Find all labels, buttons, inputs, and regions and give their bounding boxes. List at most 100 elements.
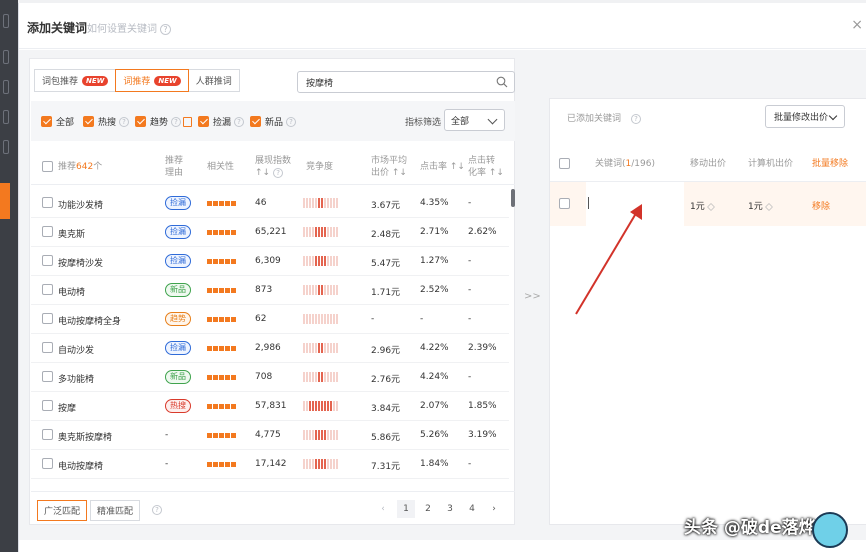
row-checkbox[interactable] xyxy=(42,313,53,324)
row-checkbox[interactable] xyxy=(42,284,53,295)
help-link[interactable]: 如何设置关键词? xyxy=(87,20,171,35)
help-link-label[interactable]: 如何设置关键词 xyxy=(87,24,157,35)
remove-link[interactable]: 移除 xyxy=(812,199,830,212)
keyword-search-input[interactable]: 按摩椅 xyxy=(297,71,515,93)
checkbox-icon[interactable] xyxy=(198,116,209,127)
edit-icon[interactable] xyxy=(764,202,773,211)
question-icon: ? xyxy=(234,116,245,127)
page-2-button[interactable]: 2 xyxy=(419,500,437,518)
filter-new[interactable]: 新品? xyxy=(250,115,297,128)
table-row[interactable]: 功能沙发椅 捡漏 46 3.67元 4.35% - xyxy=(31,189,509,218)
filter-all[interactable]: 全部 xyxy=(41,115,74,128)
select-value: 全部 xyxy=(451,116,470,127)
next-page-button[interactable]: › xyxy=(485,500,503,518)
relevance-bar xyxy=(207,375,237,380)
row-checkbox[interactable] xyxy=(42,342,53,353)
page-1-button[interactable]: 1 xyxy=(397,500,415,518)
tab-crowd-recommend[interactable]: 人群推词 xyxy=(187,69,240,92)
impressions-cell: 57,831 xyxy=(255,401,287,411)
filter-label: 热搜 xyxy=(98,118,117,128)
col-cvr[interactable]: 点击转 化率 ↑↓ xyxy=(468,155,504,179)
market-bid-cell: - xyxy=(371,314,375,324)
row-checkbox[interactable] xyxy=(42,197,53,208)
col-impressions-l1: 展现指数 xyxy=(255,156,292,166)
table-row[interactable]: 自动沙发 捡漏 2,986 2.96元 4.22% 2.39% xyxy=(31,334,509,363)
mobile-bid-text: 1元 xyxy=(690,202,705,212)
filter-bar: 全部 热搜? 趋势? 捡漏? 新品? 指标筛选 全部 xyxy=(31,101,515,141)
impressions-cell: 65,221 xyxy=(255,227,287,237)
col-impressions[interactable]: 展现指数 ↑↓? xyxy=(255,155,291,179)
recommend-count: 642 xyxy=(76,162,94,172)
checkbox-icon[interactable] xyxy=(135,116,146,127)
prev-page-button[interactable]: ‹ xyxy=(374,500,392,518)
checkbox-icon[interactable] xyxy=(250,116,261,127)
table-row[interactable]: 奥克斯 捡漏 65,221 2.48元 2.71% 2.62% xyxy=(31,218,509,247)
filter-hot[interactable]: 热搜? xyxy=(83,115,130,128)
table-row[interactable]: 奥克斯按摩椅 - 4,775 5.86元 5.26% 3.19% xyxy=(31,421,509,450)
market-bid-cell: 7.31元 xyxy=(371,462,401,472)
col-added-keyword-max: /196) xyxy=(631,159,655,169)
table-row[interactable]: 电动椅 新品 873 1.71元 2.52% - xyxy=(31,276,509,305)
filter-trend[interactable]: 趋势? xyxy=(135,115,193,128)
sidebar-mark-icon xyxy=(3,110,9,124)
tab-label: 词包推荐 xyxy=(42,77,79,87)
impressions-cell: 873 xyxy=(255,285,273,295)
question-icon: ? xyxy=(273,168,284,178)
market-bid-cell: 3.84元 xyxy=(371,404,401,414)
added-keyword-checkbox[interactable] xyxy=(559,198,570,209)
checkbox-icon[interactable] xyxy=(83,116,94,127)
batch-modify-bid-button[interactable]: 批量修改出价 xyxy=(765,105,845,128)
batch-remove-link[interactable]: 批量移除 xyxy=(812,158,848,170)
tab-package-recommend[interactable]: 词包推荐 NEW xyxy=(34,69,117,92)
col-market-bid[interactable]: 市场平均 出价 ↑↓ xyxy=(371,155,407,179)
table-row[interactable]: 多功能椅 新品 708 2.76元 4.24% - xyxy=(31,363,509,392)
row-checkbox[interactable] xyxy=(42,226,53,237)
added-keywords-title-text: 已添加关键词 xyxy=(567,114,622,124)
page-3-button[interactable]: 3 xyxy=(441,500,459,518)
edit-icon[interactable] xyxy=(706,202,715,211)
row-checkbox[interactable] xyxy=(42,371,53,382)
row-checkbox[interactable] xyxy=(42,255,53,266)
pc-bid-value[interactable]: 1元 xyxy=(748,199,773,212)
market-bid-cell: 2.96元 xyxy=(371,346,401,356)
cvr-cell: - xyxy=(468,314,472,324)
impressions-cell: 62 xyxy=(255,314,267,324)
competition-bar xyxy=(303,459,339,469)
exact-match-button[interactable]: 精准匹配 xyxy=(90,500,141,521)
transfer-arrows[interactable]: >> xyxy=(524,291,541,302)
tab-label: 词推荐 xyxy=(123,77,151,87)
question-icon: ? xyxy=(152,505,162,515)
tab-word-recommend[interactable]: 词推荐 NEW xyxy=(115,69,189,92)
checkbox-icon[interactable] xyxy=(41,116,52,127)
background-sidebar xyxy=(0,0,18,552)
table-row[interactable]: 按摩椅沙发 捡漏 6,309 5.47元 1.27% - xyxy=(31,247,509,276)
close-icon[interactable]: × xyxy=(851,17,863,33)
mobile-bid-value[interactable]: 1元 xyxy=(690,199,715,212)
reason-cell: - xyxy=(165,430,169,440)
keyword-table-header: 推荐642个 推荐 理由 相关性 展现指数 ↑↓? 竞争度 市场平均 出价 ↑↓ 点击… xyxy=(31,149,515,185)
relevance-bar xyxy=(207,346,237,351)
filter-bargain[interactable]: 捡漏? xyxy=(198,115,245,128)
impressions-cell: 4,775 xyxy=(255,430,281,440)
sort-icon[interactable]: ↑↓ xyxy=(255,168,270,178)
row-checkbox[interactable] xyxy=(42,429,53,440)
relevance-bar xyxy=(207,317,237,322)
col-recommend-label: 推荐 xyxy=(58,162,77,172)
row-checkbox[interactable] xyxy=(42,458,53,469)
col-ctr[interactable]: 点击率 ↑↓ xyxy=(420,161,465,173)
table-row[interactable]: 电动按摩椅 - 17,142 7.31元 1.84% - xyxy=(31,450,509,479)
table-scrollbar[interactable] xyxy=(511,189,515,207)
broad-match-button[interactable]: 广泛匹配 xyxy=(37,500,88,521)
row-checkbox[interactable] xyxy=(42,400,53,411)
indicator-filter-select[interactable]: 全部 xyxy=(444,109,505,131)
page-4-button[interactable]: 4 xyxy=(463,500,481,518)
search-icon[interactable] xyxy=(496,76,508,88)
table-row[interactable]: 按摩 热搜 57,831 3.84元 2.07% 1.85% xyxy=(31,392,509,421)
select-all-checkbox[interactable] xyxy=(42,161,53,172)
reason-tag: 热搜 xyxy=(165,399,191,413)
table-row[interactable]: 电动按摩椅全身 趋势 62 - - - xyxy=(31,305,509,334)
sidebar-active-item[interactable] xyxy=(0,183,10,219)
relevance-bar xyxy=(207,433,237,438)
select-all-added-checkbox[interactable] xyxy=(559,158,570,169)
added-keywords-header: 关键词(1/196) 移动出价 计算机出价 批量移除 xyxy=(550,146,866,182)
